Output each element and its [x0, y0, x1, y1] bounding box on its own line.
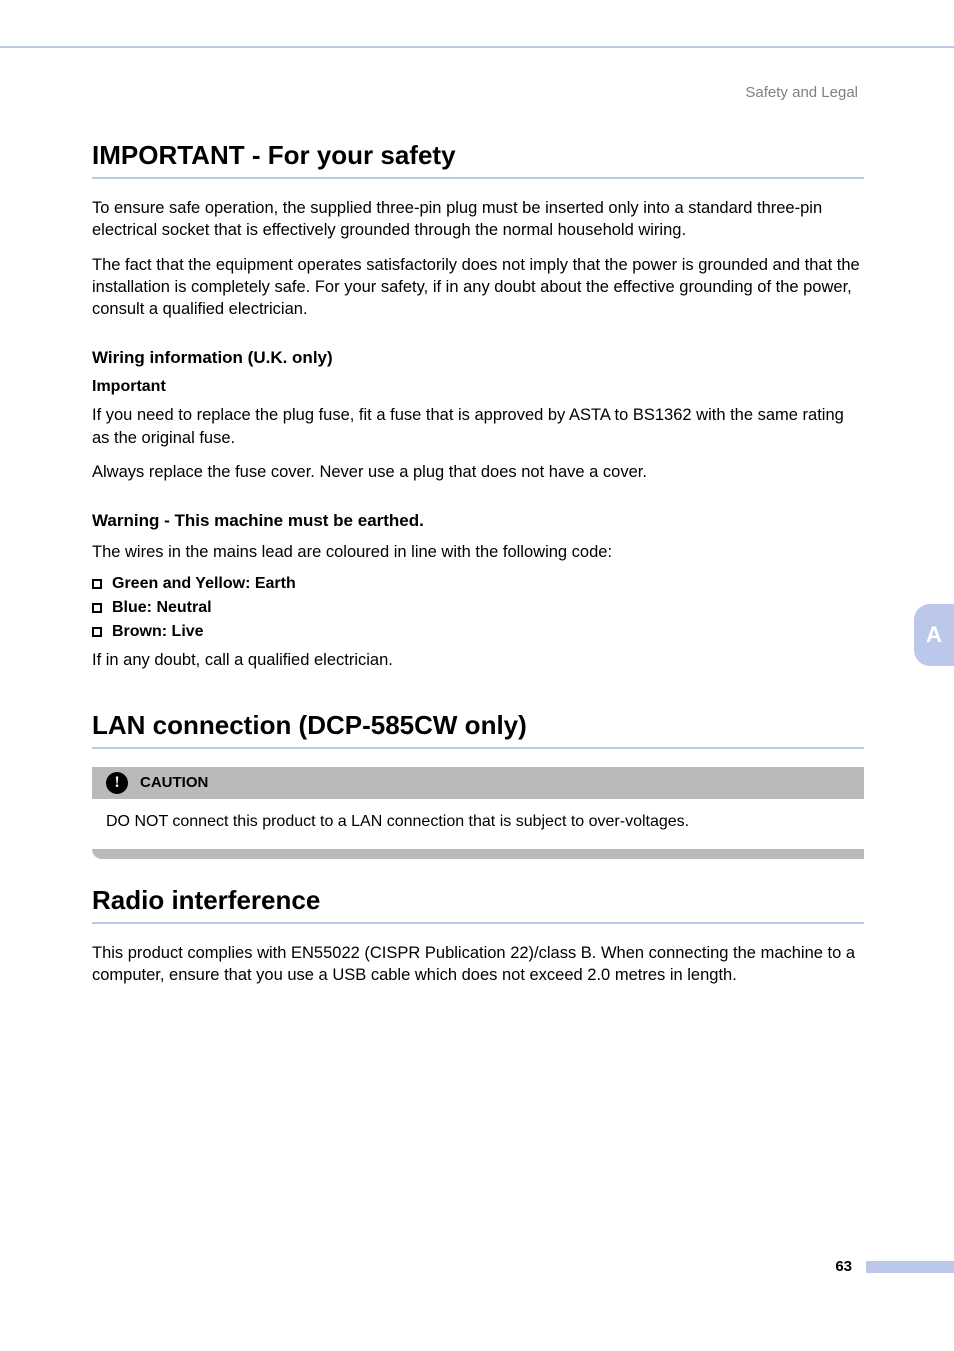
section-title-radio: Radio interference — [92, 885, 864, 924]
section-title-lan: LAN connection (DCP-585CW only) — [92, 710, 864, 749]
caution-header: ! CAUTION — [92, 767, 864, 799]
paragraph: The fact that the equipment operates sat… — [92, 254, 864, 321]
list-item: Green and Yellow: Earth — [92, 575, 864, 593]
page-container: Safety and Legal A IMPORTANT - For your … — [0, 0, 954, 1351]
caution-body: DO NOT connect this product to a LAN con… — [92, 799, 864, 849]
header-breadcrumb: Safety and Legal — [745, 84, 858, 101]
caution-footer-bar — [92, 849, 864, 859]
paragraph: This product complies with EN55022 (CISP… — [92, 942, 864, 987]
page-number: 63 — [835, 1258, 852, 1275]
section-tab-letter: A — [926, 622, 942, 648]
paragraph: The wires in the mains lead are coloured… — [92, 541, 864, 563]
square-bullet-icon — [92, 579, 102, 589]
subheading-wiring: Wiring information (U.K. only) — [92, 348, 864, 368]
paragraph: If you need to replace the plug fuse, fi… — [92, 404, 864, 449]
paragraph: If in any doubt, call a qualified electr… — [92, 649, 864, 671]
section-tab: A — [914, 604, 954, 666]
list-item: Blue: Neutral — [92, 599, 864, 617]
list-item-text: Blue: Neutral — [112, 599, 212, 617]
label-important: Important — [92, 378, 864, 396]
paragraph: Always replace the fuse cover. Never use… — [92, 461, 864, 483]
section-title-safety: IMPORTANT - For your safety — [92, 140, 864, 179]
square-bullet-icon — [92, 627, 102, 637]
page-number-bar — [866, 1261, 954, 1273]
content-area: IMPORTANT - For your safety To ensure sa… — [92, 140, 864, 998]
paragraph: To ensure safe operation, the supplied t… — [92, 197, 864, 242]
top-rule — [0, 46, 954, 48]
exclamation-icon: ! — [114, 775, 119, 791]
caution-icon: ! — [106, 772, 128, 794]
square-bullet-icon — [92, 603, 102, 613]
subheading-warning: Warning - This machine must be earthed. — [92, 511, 864, 531]
bullet-list: Green and Yellow: Earth Blue: Neutral Br… — [92, 575, 864, 641]
list-item-text: Brown: Live — [112, 623, 204, 641]
list-item: Brown: Live — [92, 623, 864, 641]
caution-label: CAUTION — [140, 774, 208, 791]
list-item-text: Green and Yellow: Earth — [112, 575, 296, 593]
